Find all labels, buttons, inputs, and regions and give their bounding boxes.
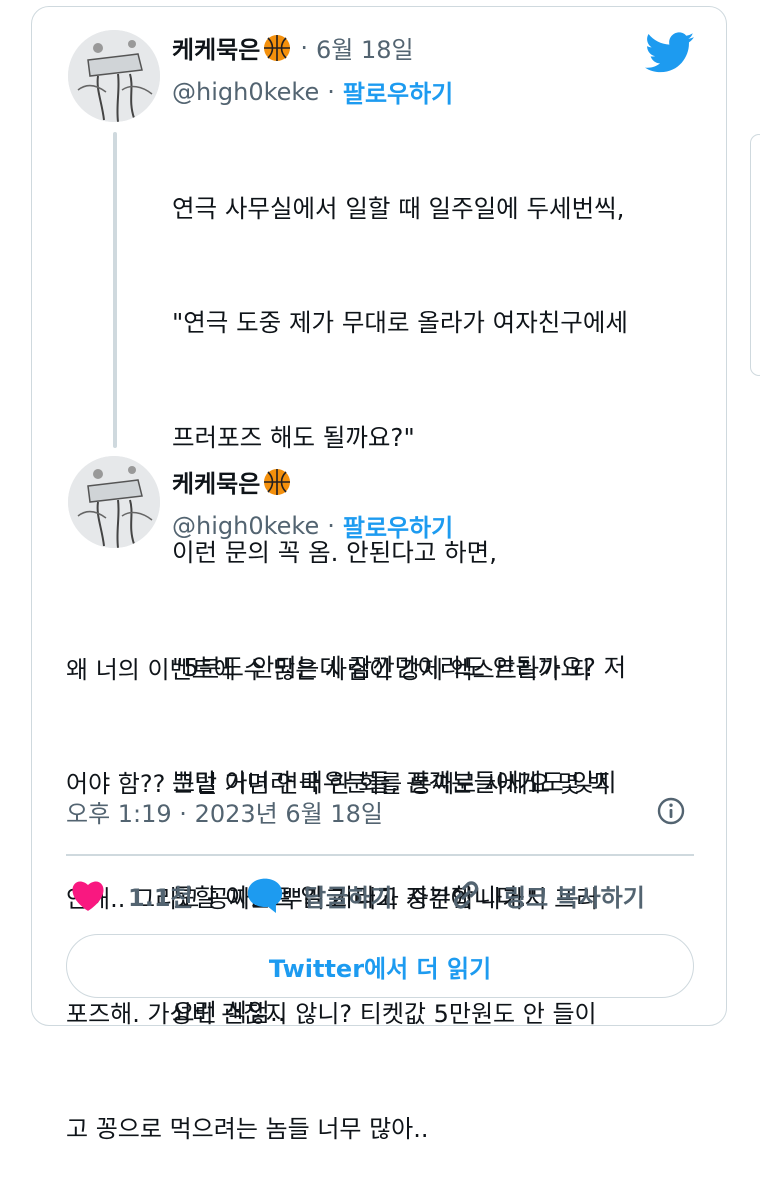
- thread-connector-line: [113, 132, 117, 448]
- like-button[interactable]: 1.1천: [70, 870, 193, 920]
- separator-dot: ·: [327, 77, 335, 106]
- tweet-line: "연극 도중 제가 무대로 올라가 여자친구에세: [172, 308, 628, 338]
- copy-link-button[interactable]: 링크 복사하기: [448, 870, 645, 920]
- tweet-date[interactable]: 6월 18일: [316, 30, 414, 65]
- tweet1-handle-row: @high0keke · 팔로우하기: [172, 74, 453, 109]
- action-bar: 1.1천 답글하기 링크 복사하기: [66, 870, 694, 920]
- avatar[interactable]: [68, 30, 160, 122]
- separator-dot: ·: [300, 33, 308, 62]
- user-handle[interactable]: @high0keke: [172, 512, 319, 540]
- avatar-image: [68, 30, 160, 122]
- tweet-line: 포즈해. 가성비 괜찮지 않니? 티켓값 5만원도 안 들이: [66, 1000, 597, 1029]
- read-more-button[interactable]: Twitter에서 더 읽기: [66, 934, 694, 998]
- tweet1-header: 케케묵은 · 6월 18일: [172, 30, 414, 65]
- reply-bubble-icon: [247, 878, 283, 913]
- basketball-icon: [264, 468, 291, 495]
- tweet-line: 프러포즈 해도 될까요?": [172, 423, 415, 453]
- display-name[interactable]: 케케묵은: [172, 30, 260, 65]
- reply-label: 답글하기: [304, 883, 393, 912]
- heart-icon: [72, 881, 104, 911]
- link-icon: [453, 881, 479, 909]
- display-name[interactable]: 케케묵은: [172, 464, 260, 499]
- tweet-line: 왜 너의 이벤트에 수 많은 사람이 강제 엑스트라가 되: [66, 655, 591, 684]
- reply-button[interactable]: 답글하기: [246, 870, 392, 920]
- basketball-icon: [264, 34, 291, 61]
- like-count: 1.1천: [128, 883, 193, 912]
- tweet-line: 고 꽁으로 먹으려는 놈들 너무 많아..: [66, 1115, 429, 1144]
- tweet-timestamp[interactable]: 오후 1:19 · 2023년 6월 18일: [66, 794, 383, 829]
- copy-link-label: 링크 복사하기: [504, 883, 645, 912]
- avatar[interactable]: [68, 456, 160, 548]
- info-icon[interactable]: [656, 796, 686, 826]
- user-handle[interactable]: @high0keke: [172, 78, 319, 106]
- side-scroll-handle[interactable]: [750, 134, 760, 376]
- tweet2-handle-row: @high0keke · 팔로우하기: [172, 508, 453, 543]
- follow-button[interactable]: 팔로우하기: [343, 508, 453, 543]
- twitter-bird-icon[interactable]: [645, 32, 695, 74]
- divider: [66, 854, 694, 856]
- avatar-image: [68, 456, 160, 548]
- tweet-line: 연극 사무실에서 일할 때 일주일에 두세번씩,: [172, 193, 625, 223]
- separator-dot: ·: [327, 511, 335, 540]
- follow-button[interactable]: 팔로우하기: [343, 74, 453, 109]
- tweet2-header: 케케묵은: [172, 464, 292, 499]
